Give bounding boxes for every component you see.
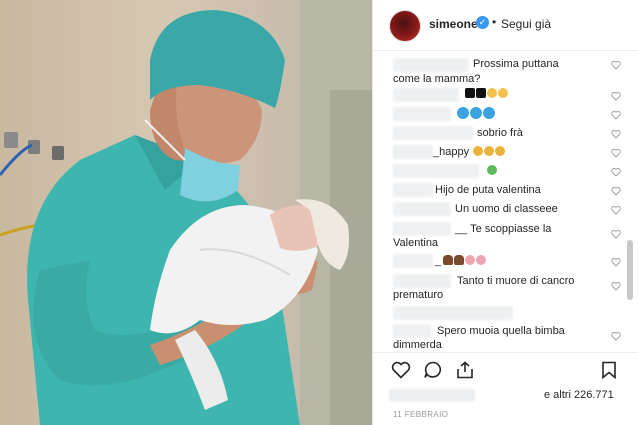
comment-emojis [443, 255, 487, 268]
like-comment-heart-icon[interactable] [611, 148, 621, 158]
comment-emojis [457, 107, 496, 122]
comment-item: Spero muoia quella bimba dimmerda [373, 324, 621, 352]
separator-dot: • [492, 15, 497, 29]
blurred-username [393, 306, 513, 320]
blurred-username [393, 324, 431, 338]
scrollbar-thumb[interactable] [627, 240, 633, 300]
comment-icon[interactable] [423, 361, 443, 379]
blurred-username [393, 88, 459, 102]
like-comment-heart-icon[interactable] [611, 331, 621, 341]
share-icon[interactable] [455, 361, 475, 379]
face-emoji-icon [473, 146, 483, 156]
like-comment-heart-icon[interactable] [611, 60, 621, 70]
comment-emojis [487, 165, 498, 178]
bookmark-icon[interactable] [601, 361, 617, 379]
like-comment-heart-icon[interactable] [611, 229, 621, 239]
comment-text: sobrio frà [477, 127, 523, 139]
likes-row: e altri 226.771 [373, 388, 638, 404]
comment-text: Spero muoia quella bimba [437, 325, 565, 337]
like-comment-heart-icon[interactable] [611, 205, 621, 215]
blurred-username [393, 107, 451, 121]
like-comment-heart-icon[interactable] [611, 186, 621, 196]
comment-list: Prossima puttana come la mamma? sobrio f… [373, 52, 629, 352]
pig-emoji-icon [476, 255, 486, 265]
post-panel: simeone ✓ • Segui già Prossima puttana c… [372, 0, 638, 425]
comment-text-continued: prematuro [393, 289, 444, 301]
comment-item: Hijo de puta valentina [373, 183, 621, 199]
comments-scrollbar[interactable] [627, 60, 633, 350]
comment-text: __ Te scoppiasse la [455, 223, 552, 235]
black-heart-icon [476, 88, 486, 98]
comment-text-continued: dimmerda [393, 339, 442, 351]
like-comment-heart-icon[interactable] [611, 129, 621, 139]
blurred-username [393, 126, 473, 140]
comment-item [373, 164, 621, 180]
blurred-username [393, 164, 479, 178]
comment-item: _happy [373, 145, 621, 161]
heart-icon[interactable] [391, 361, 411, 379]
photo-illustration [0, 0, 372, 425]
verified-badge-icon: ✓ [476, 16, 489, 29]
face-emoji-icon [498, 88, 508, 98]
comment-item: Un uomo di classeee [373, 202, 621, 218]
blurred-username [393, 254, 433, 268]
blurred-username [393, 202, 451, 216]
follow-button[interactable]: Segui già [501, 17, 551, 31]
green-face-emoji-icon [487, 165, 497, 175]
comment-text-continued: come la mamma? [393, 73, 481, 85]
blue-circle-icon [470, 107, 482, 119]
like-comment-heart-icon[interactable] [611, 281, 621, 291]
blue-circle-icon [483, 107, 495, 119]
blurred-username [393, 274, 451, 288]
face-emoji-icon [487, 88, 497, 98]
comment-item: _ [373, 254, 621, 270]
black-heart-icon [465, 88, 475, 98]
comment-text: Tanto ti muore di cancro [457, 275, 575, 287]
comment-text: Prossima puttana [473, 58, 559, 70]
blurred-username [393, 183, 433, 197]
blurred-liker-names [389, 389, 475, 402]
comment-item [373, 88, 621, 104]
like-comment-heart-icon[interactable] [611, 91, 621, 101]
likes-count-link[interactable]: e altri 226.771 [544, 389, 614, 401]
comment-text: Hijo de puta valentina [435, 184, 541, 196]
pig-emoji-icon [465, 255, 475, 265]
comment-item [373, 107, 621, 123]
face-emoji-icon [495, 146, 505, 156]
post-header: simeone ✓ • Segui già [373, 0, 638, 51]
comment-item: sobrio frà [373, 126, 621, 142]
username-link[interactable]: simeone [429, 17, 478, 31]
comment-emojis [465, 88, 509, 101]
post-photo [0, 0, 372, 425]
avatar[interactable] [389, 10, 421, 42]
like-comment-heart-icon[interactable] [611, 167, 621, 177]
comment-item: Prossima puttana come la mamma? [373, 58, 621, 86]
comment-text: _ [435, 255, 442, 267]
comment-text: Un uomo di classeee [455, 203, 558, 215]
comment-emojis [473, 146, 506, 159]
blurred-username [393, 145, 433, 159]
blue-circle-icon [457, 107, 469, 119]
blurred-username [393, 58, 469, 72]
comment-item: __ Te scoppiasse la Valentina [373, 222, 621, 250]
poop-emoji-icon [443, 255, 453, 265]
comment-item: Tanto ti muore di cancro prematuro [373, 274, 621, 302]
comment-item [373, 306, 613, 322]
like-comment-heart-icon[interactable] [611, 257, 621, 267]
like-comment-heart-icon[interactable] [611, 110, 621, 120]
comment-text-continued: Valentina [393, 237, 439, 249]
post-date: 11 FEBBRAIO [393, 410, 449, 419]
face-emoji-icon [484, 146, 494, 156]
action-bar [373, 352, 638, 387]
poop-emoji-icon [454, 255, 464, 265]
blurred-username [393, 222, 451, 236]
comment-text: _happy [433, 146, 470, 158]
